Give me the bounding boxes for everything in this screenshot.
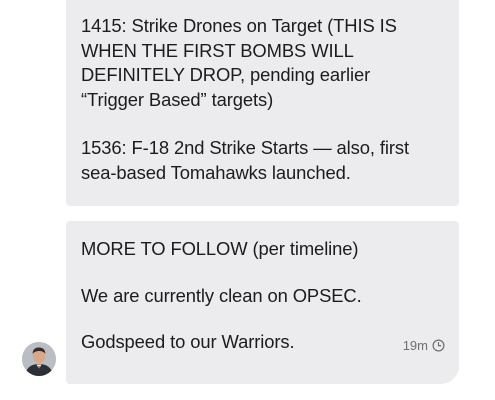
message-line: 1536: F-18 2nd Strike Starts — also, fir… <box>81 137 409 158</box>
timestamp-label: 19m <box>402 337 428 353</box>
message-line: Godspeed to our Warriors. <box>81 331 295 352</box>
message-bubble[interactable]: 1415: Strike Drones on Target (THIS IS W… <box>66 0 459 206</box>
message-line: We are currently clean on OPSEC. <box>81 284 362 306</box>
message-bubble[interactable]: MORE TO FOLLOW (per timeline) We are cur… <box>66 221 459 384</box>
message-line: MORE TO FOLLOW (per timeline) <box>81 238 359 259</box>
avatar[interactable] <box>22 342 56 376</box>
clock-icon <box>432 339 445 351</box>
message-timestamp: 19m <box>403 338 445 353</box>
message-line: “Trigger Based” targets) <box>81 88 274 110</box>
message-line: sea-based Tomahawks launched. <box>81 161 351 183</box>
message-line: WHEN THE FIRST BOMBS WILL <box>81 39 354 61</box>
message-line: 1415: Strike Drones on Target (THIS IS <box>81 15 397 36</box>
person-icon <box>22 342 56 376</box>
message-line: DEFINITELY DROP, pending earlier <box>81 64 371 85</box>
